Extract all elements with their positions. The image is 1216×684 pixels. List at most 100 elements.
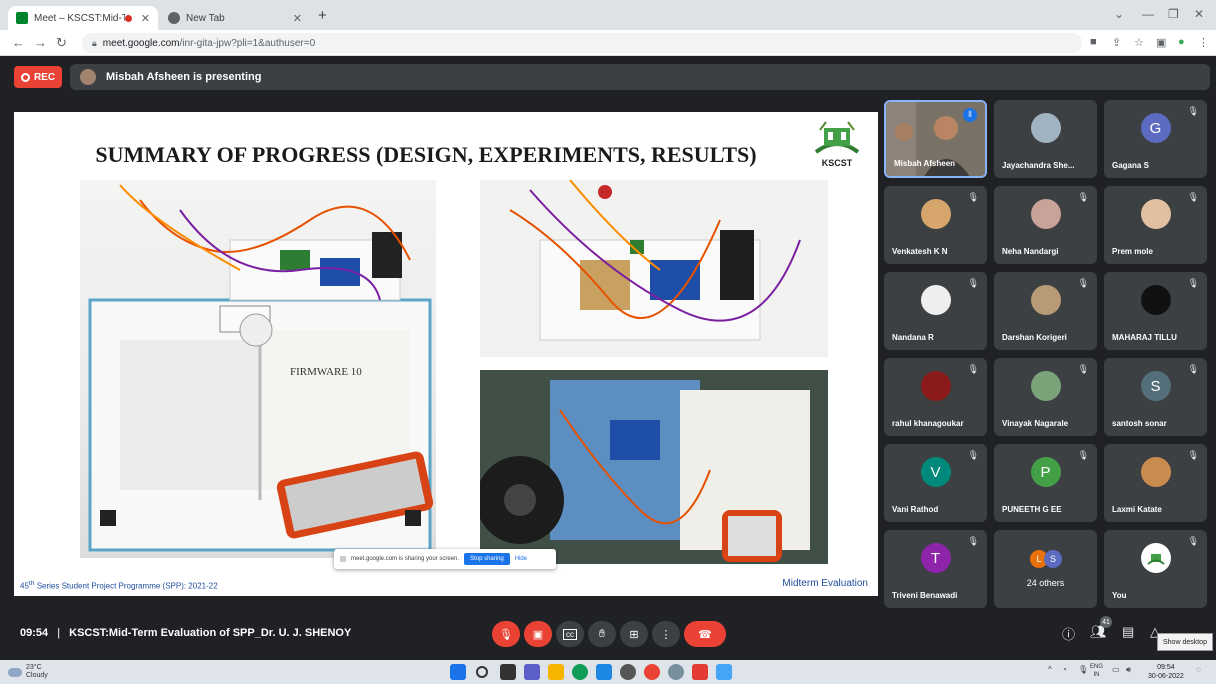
mic-off-icon: 🎙︎ — [1077, 364, 1089, 374]
chevron-down-icon[interactable]: ⌄ — [1114, 7, 1124, 21]
store-icon[interactable] — [596, 664, 612, 680]
meeting-title: KSCST:Mid-Term Evaluation of SPP_Dr. U. … — [69, 627, 352, 639]
more-vert-icon: ⋮ — [660, 628, 672, 641]
close-window-icon[interactable]: ✕ — [1194, 7, 1204, 21]
chrome-icon[interactable] — [644, 664, 660, 680]
present-button[interactable]: ⊞ — [620, 621, 648, 647]
mic-off-button[interactable]: 🎙︎ — [492, 621, 520, 647]
participant-tile[interactable]: 🎙︎ Prem mole — [1104, 186, 1207, 264]
browser-tab-bar: Meet – KSCST:Mid-Term Eva ✕ New Tab ✕ + … — [0, 0, 1216, 30]
profile-icon[interactable]: ● — [1178, 36, 1185, 48]
bookmark-star-icon[interactable]: ☆ — [1134, 36, 1144, 49]
app-icon[interactable] — [692, 664, 708, 680]
mic-off-icon: 🎙︎ — [967, 450, 979, 460]
avatar — [920, 199, 951, 229]
url-host: meet.google.com — [102, 37, 180, 49]
participant-name: Triveni Benawadi — [892, 591, 958, 600]
tab-meet[interactable]: Meet – KSCST:Mid-Term Eva ✕ — [8, 6, 158, 30]
participant-name: santosh sonar — [1112, 419, 1167, 428]
raise-hand-button[interactable]: ✋︎ — [588, 621, 616, 647]
hide-button[interactable]: Hide — [515, 556, 527, 562]
participant-tile[interactable]: 🎙︎ MAHARAJ TILLU — [1104, 272, 1207, 350]
avatar — [1030, 371, 1061, 401]
info-icon[interactable]: ⓘ — [1062, 624, 1075, 643]
tab-new-tab[interactable]: New Tab ✕ — [160, 6, 310, 30]
avatar — [920, 285, 951, 315]
participant-tile[interactable]: 🎙︎ Darshan Korigeri — [994, 272, 1097, 350]
close-tab-icon[interactable]: ✕ — [293, 12, 302, 25]
participant-tile[interactable]: 🎙︎ Nandana R — [884, 272, 987, 350]
participant-tile[interactable]: 🎙︎ Neha Nandargi — [994, 186, 1097, 264]
settings-icon[interactable] — [668, 664, 684, 680]
participant-tile[interactable]: 🎙︎ You — [1104, 530, 1207, 608]
forward-icon[interactable]: → — [34, 35, 47, 50]
task-view-icon[interactable] — [500, 664, 516, 680]
show-desktop-tooltip: Show desktop — [1157, 633, 1213, 651]
participant-tile[interactable]: 🎙︎ Venkatesh K N — [884, 186, 987, 264]
system-clock[interactable]: 09:54 30-06-2022 — [1148, 663, 1184, 681]
tray-chevron-icon[interactable]: ^ — [1048, 665, 1052, 674]
participant-tile[interactable]: 🎙︎ rahul khanagoukar — [884, 358, 987, 436]
avatar: G — [1140, 113, 1171, 143]
others-tile[interactable]: L S 24 others — [994, 530, 1097, 608]
participant-name: Darshan Korigeri — [1002, 333, 1067, 342]
notification-icon[interactable]: ◌ — [1196, 665, 1201, 674]
lock-icon: 🔒︎ — [92, 37, 97, 48]
participant-tile[interactable]: 🎙︎ G Gagana S — [1104, 100, 1207, 178]
share-notice-text: meet.google.com is sharing your screen. — [351, 556, 460, 562]
presenting-text: Misbah Afsheen is presenting — [106, 71, 262, 83]
chat-icon[interactable]: ▤ — [1122, 624, 1134, 640]
url-field[interactable]: 🔒︎ meet.google.com /inr-gita-jpw?pli=1&a… — [82, 33, 1082, 53]
weather-widget[interactable]: 23°C Cloudy — [8, 664, 48, 680]
participant-name: Vani Rathod — [892, 505, 939, 514]
shared-screen: SUMMARY OF PROGRESS (DESIGN, EXPERIMENTS… — [14, 112, 878, 596]
camera-off-button[interactable]: ▣ — [524, 621, 552, 647]
restore-icon[interactable]: ❐ — [1168, 7, 1179, 21]
captions-button[interactable]: cc — [556, 621, 584, 647]
more-options-button[interactable]: ⋮ — [652, 621, 680, 647]
participant-tile[interactable]: Jayachandra She... — [994, 100, 1097, 178]
participant-tile[interactable]: 🎙︎ T Triveni Benawadi — [884, 530, 987, 608]
minimize-icon[interactable]: — — [1142, 7, 1154, 21]
mic-tray-icon[interactable]: 🎙︎ — [1078, 665, 1088, 674]
windows-taskbar: 23°C Cloudy ^ ◔ 🎙︎ ENG IN ▭ 🔊︎ 09:54 30-… — [0, 660, 1216, 684]
participant-name: Nandana R — [892, 333, 934, 342]
edge-icon[interactable] — [572, 664, 588, 680]
close-tab-icon[interactable]: ✕ — [141, 12, 150, 25]
camera-icon[interactable]: ■ — [1090, 36, 1097, 48]
avatar — [1140, 457, 1171, 487]
stop-sharing-button[interactable]: Stop sharing — [464, 553, 510, 565]
participant-tile[interactable]: 🎙︎ V Vani Rathod — [884, 444, 987, 522]
participant-tile[interactable]: 🎙︎ P PUNEETH G EE — [994, 444, 1097, 522]
app-icon[interactable] — [716, 664, 732, 680]
search-icon[interactable] — [476, 666, 488, 678]
language-indicator[interactable]: ENG IN — [1090, 663, 1103, 679]
participant-tile[interactable]: 🎙︎ S santosh sonar — [1104, 358, 1207, 436]
menu-dots-icon[interactable]: ⋮ — [1198, 36, 1209, 49]
address-bar-row: ← → ↻ 🔒︎ meet.google.com /inr-gita-jpw?p… — [0, 30, 1216, 56]
dell-icon[interactable] — [620, 664, 636, 680]
reload-icon[interactable]: ↻ — [56, 35, 67, 51]
tray-icon[interactable]: ◔ — [1062, 665, 1067, 674]
leave-call-button[interactable]: ☎︎ — [684, 621, 726, 647]
new-tab-icon[interactable]: + — [318, 7, 327, 24]
participant-name: Gagana S — [1112, 161, 1149, 170]
participant-tile[interactable]: 🎙︎ Laxmi Katate — [1104, 444, 1207, 522]
start-icon[interactable] — [450, 664, 466, 680]
avatar — [920, 371, 951, 401]
participant-tile[interactable]: 🎙︎ Vinayak Nagarale — [994, 358, 1097, 436]
back-icon[interactable]: ← — [12, 35, 25, 50]
network-icon[interactable]: ▭ — [1112, 665, 1120, 674]
chat-app-icon[interactable] — [524, 664, 540, 680]
extension-icon[interactable]: ▣ — [1156, 36, 1166, 49]
file-explorer-icon[interactable] — [548, 664, 564, 680]
recording-badge: REC — [14, 66, 62, 88]
mic-off-icon: 🎙︎ — [967, 192, 979, 202]
lang-region: IN — [1093, 672, 1100, 678]
avatar: P — [1030, 457, 1061, 487]
mic-off-icon: 🎙︎ — [1077, 450, 1089, 460]
participant-tile[interactable]: ⦀ Misbah Afsheen — [884, 100, 987, 178]
share-icon[interactable]: ⇪ — [1112, 36, 1121, 49]
volume-icon[interactable]: 🔊︎ — [1126, 665, 1131, 675]
clock-date: 30-06-2022 — [1148, 673, 1184, 680]
